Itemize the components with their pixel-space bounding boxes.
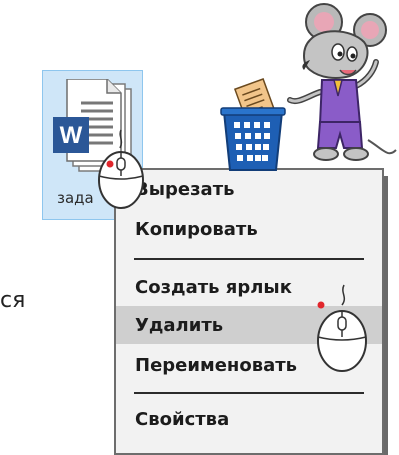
menu-item-label: Вырезать: [135, 179, 235, 200]
menu-item-label: Свойства: [135, 409, 230, 430]
menu-item-label: Создать ярлык: [135, 277, 292, 298]
recycle-bin-icon: [220, 78, 286, 171]
menu-separator: [134, 392, 364, 394]
menu-item-cut[interactable]: Вырезать: [116, 170, 382, 208]
mouse-mascot: [287, 3, 397, 161]
computer-mouse-icon: [317, 284, 367, 372]
computer-mouse-icon: [98, 129, 144, 209]
menu-item-label: Копировать: [135, 219, 258, 240]
file-name-label: зада: [57, 189, 94, 207]
cut-off-text: ся: [0, 288, 26, 313]
menu-item-copy[interactable]: Копировать: [116, 210, 382, 248]
menu-separator: [134, 258, 364, 260]
svg-text:W: W: [60, 122, 83, 149]
menu-item-label: Переименовать: [135, 355, 298, 376]
menu-shadow: [384, 176, 388, 455]
menu-item-label: Удалить: [135, 315, 224, 336]
menu-item-properties[interactable]: Свойства: [116, 400, 382, 438]
